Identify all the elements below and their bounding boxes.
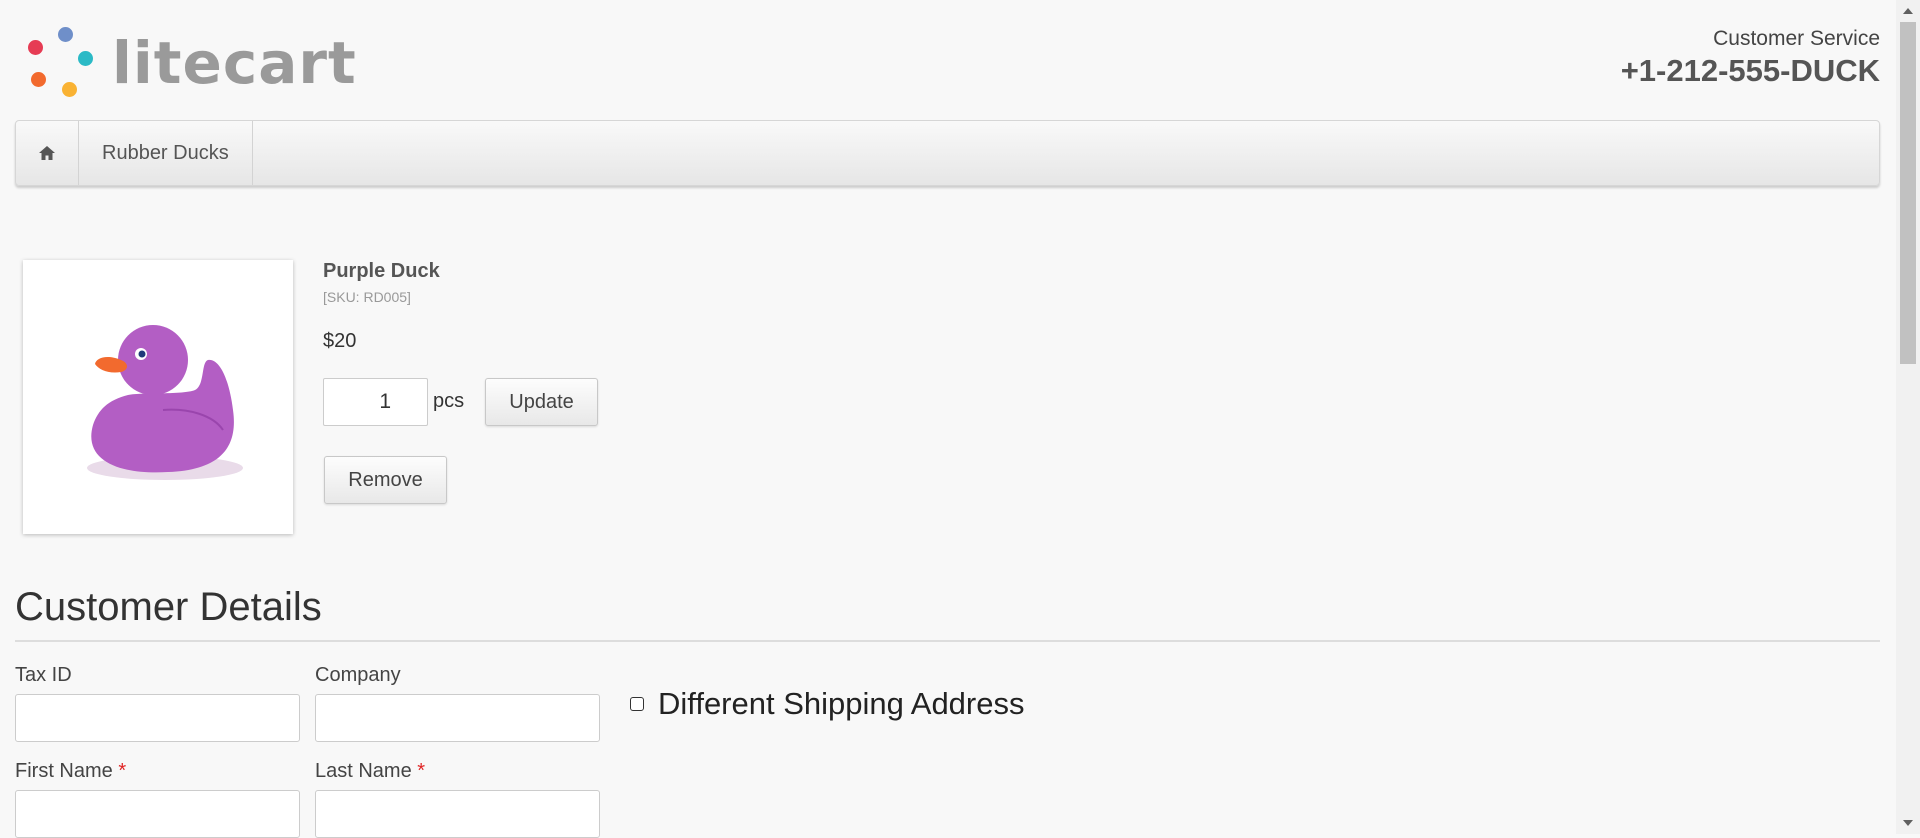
nav-item-rubber-ducks[interactable]: Rubber Ducks	[79, 121, 253, 185]
scroll-up-arrow-icon[interactable]	[1903, 8, 1913, 14]
required-marker: *	[417, 760, 426, 782]
last-name-input[interactable]	[315, 790, 600, 838]
first-name-label: First Name *	[15, 760, 126, 783]
product-name[interactable]: Purple Duck	[323, 260, 440, 283]
first-name-input[interactable]	[15, 790, 300, 838]
different-shipping-label[interactable]: Different Shipping Address	[658, 686, 1025, 722]
logo-dot-red	[28, 40, 43, 55]
tax-id-input[interactable]	[15, 694, 300, 742]
different-shipping-checkbox[interactable]	[630, 697, 644, 711]
logo-text: litecart	[112, 29, 357, 97]
vertical-scrollbar[interactable]	[1896, 0, 1920, 834]
required-marker: *	[118, 760, 127, 782]
product-price: $20	[323, 330, 357, 352]
customer-service-label: Customer Service	[1713, 27, 1880, 50]
nav-home-button[interactable]	[16, 121, 79, 185]
site-logo[interactable]: litecart	[24, 24, 356, 100]
tax-id-label: Tax ID	[15, 664, 72, 686]
remove-button[interactable]: Remove	[324, 456, 447, 504]
company-label: Company	[315, 664, 401, 686]
update-button[interactable]: Update	[485, 378, 598, 426]
section-divider	[15, 640, 1880, 642]
customer-details-title: Customer Details	[15, 585, 322, 629]
customer-service: Customer Service +1-212-555-DUCK	[1621, 26, 1880, 90]
first-name-label-text: First Name	[15, 760, 113, 782]
scroll-down-arrow-icon[interactable]	[1903, 820, 1913, 826]
product-image[interactable]	[23, 260, 293, 534]
logo-dot-teal	[78, 51, 93, 66]
logo-dot-yellow	[62, 82, 77, 97]
main-navigation: Rubber Ducks	[15, 120, 1880, 186]
scroll-thumb[interactable]	[1900, 22, 1916, 364]
company-input[interactable]	[315, 694, 600, 742]
logo-dot-orange	[31, 72, 46, 87]
last-name-label-text: Last Name	[315, 760, 412, 782]
purple-duck-image	[87, 325, 243, 480]
quantity-input[interactable]	[323, 378, 428, 426]
home-icon	[39, 146, 55, 160]
last-name-label: Last Name *	[315, 760, 425, 783]
quantity-unit: pcs	[433, 390, 465, 412]
product-sku: [SKU: RD005]	[323, 289, 411, 305]
customer-service-phone[interactable]: +1-212-555-DUCK	[1621, 52, 1880, 90]
logo-dot-blue	[58, 27, 73, 42]
